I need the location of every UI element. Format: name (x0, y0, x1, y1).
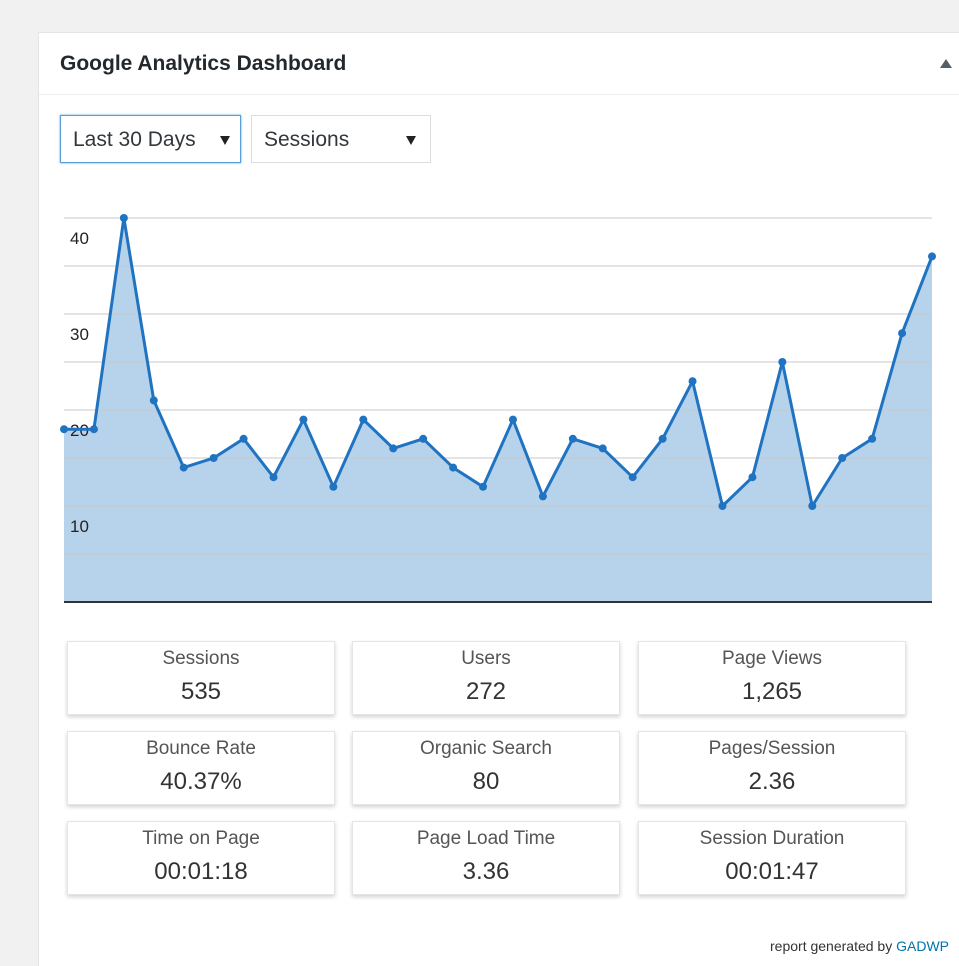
stat-label: Sessions (162, 648, 240, 669)
stat-value: 272 (465, 678, 507, 705)
stat-label: Page Load Time (416, 828, 556, 849)
data-point (479, 482, 488, 491)
stat-value: 80 (472, 768, 500, 795)
data-point (89, 425, 98, 434)
data-point (179, 463, 188, 472)
data-point (209, 454, 218, 462)
stat-value: 00:01:47 (725, 858, 819, 885)
data-point (508, 415, 517, 424)
stat-label: Bounce Rate (146, 738, 256, 759)
stat-sessions: Sessions 535 (67, 641, 335, 715)
data-point (748, 473, 757, 482)
data-point (449, 463, 458, 472)
sessions-area-chart: 10203040 (60, 214, 936, 603)
data-point (628, 473, 637, 482)
data-point (928, 252, 936, 261)
ga-dashboard-widget: Google Analytics Dashboard Last 30 Days … (38, 32, 959, 966)
data-point (898, 329, 907, 338)
data-point (149, 396, 158, 405)
y-tick-label: 40 (70, 229, 89, 248)
stat-label: Session Duration (699, 828, 845, 849)
stat-label: Pages/Session (708, 738, 836, 759)
gadwp-link[interactable]: GADWP (896, 938, 949, 954)
data-point (658, 434, 667, 443)
stat-page-views: Page Views 1,265 (638, 641, 906, 715)
data-point (239, 434, 248, 443)
stat-page-load-time: Page Load Time 3.36 (352, 821, 620, 895)
stat-label: Page Views (722, 648, 822, 669)
data-point (838, 454, 847, 462)
data-point (598, 444, 607, 453)
data-point (269, 473, 278, 482)
stat-session-duration: Session Duration 00:01:47 (638, 821, 906, 895)
stat-value: 40.37% (160, 768, 242, 795)
stat-label: Time on Page (142, 828, 260, 849)
data-point (329, 482, 338, 491)
stat-value: 1,265 (741, 678, 803, 705)
stat-value: 00:01:18 (154, 858, 248, 885)
stat-pages-per-session: Pages/Session 2.36 (638, 731, 906, 805)
data-point (808, 502, 817, 510)
data-point (868, 434, 877, 443)
stat-organic-search: Organic Search 80 (352, 731, 620, 805)
stat-time-on-page: Time on Page 00:01:18 (67, 821, 335, 895)
footer-text: report generated by (770, 938, 893, 954)
data-point (119, 214, 128, 222)
data-point (568, 434, 577, 443)
stat-bounce-rate: Bounce Rate 40.37% (67, 731, 335, 805)
data-point (419, 434, 428, 443)
data-point (538, 492, 547, 501)
stat-value: 3.36 (462, 858, 510, 885)
report-footer: report generated by GADWP (770, 938, 949, 954)
data-point (299, 415, 308, 424)
stat-label: Organic Search (419, 738, 552, 759)
data-point (688, 377, 697, 386)
stat-users: Users 272 (352, 641, 620, 715)
data-point (778, 358, 787, 366)
data-point (389, 444, 398, 453)
stat-value: 535 (180, 678, 222, 705)
data-point (60, 425, 68, 434)
data-point (359, 415, 368, 424)
y-tick-label: 30 (70, 325, 89, 344)
data-point (718, 502, 727, 510)
stat-label: Users (461, 648, 511, 669)
y-tick-label: 10 (70, 517, 89, 536)
stat-value: 2.36 (748, 768, 796, 795)
